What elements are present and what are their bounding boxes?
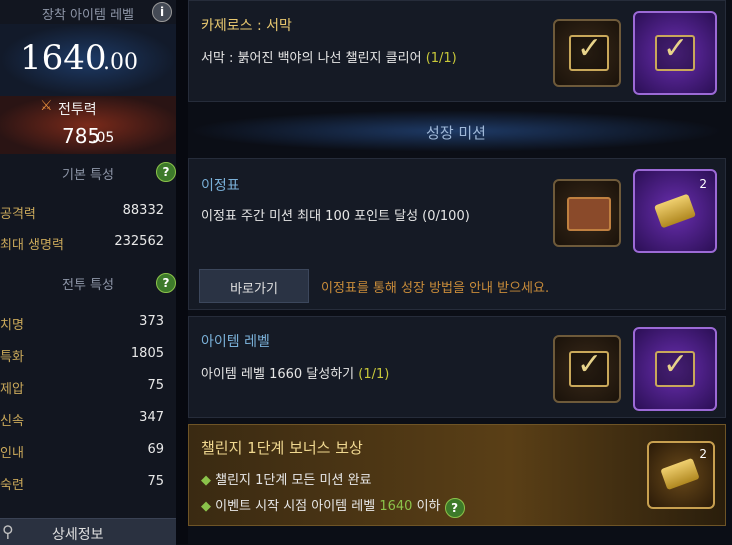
stat-value: 232562 xyxy=(114,234,164,249)
stat-row: 숙련 75 xyxy=(0,474,176,494)
stat-label: 최대 생명력 xyxy=(0,238,64,253)
stat-row: 신속 347 xyxy=(0,410,176,430)
combat-power-label: 전투력 xyxy=(58,102,97,118)
go-button[interactable]: 바로가기 xyxy=(199,269,309,303)
mission-card-milestone: 이정표 이정표 주간 미션 최대 100 포인트 달성 (0/100) 2 바로… xyxy=(188,158,726,310)
stat-row: 인내 69 xyxy=(0,442,176,462)
bonus-line-2: ◆ 이벤트 시작 시점 아이템 레벨 1640 이하 ? xyxy=(201,495,465,518)
completed-check-icon: ✓ xyxy=(655,31,695,71)
gold-bar-icon xyxy=(660,457,700,491)
stat-row: 최대 생명력 232562 xyxy=(0,234,176,254)
reward-slot[interactable]: ✓ xyxy=(633,11,717,95)
combat-power-box: ⚔ 전투력 785 .05 xyxy=(0,96,176,154)
stat-value: 69 xyxy=(147,442,164,457)
completed-check-icon: ✓ xyxy=(655,347,695,387)
stat-row: 치명 373 xyxy=(0,314,176,334)
stat-label: 신속 xyxy=(0,414,24,429)
stat-value: 347 xyxy=(139,410,164,425)
bonus-line-text: 이하 xyxy=(416,499,441,514)
stat-row: 특화 1805 xyxy=(0,346,176,366)
stat-value: 75 xyxy=(147,378,164,393)
bonus-line-1: ◆ 챌린지 1단계 모든 미션 완료 xyxy=(201,469,372,488)
mission-desc-text: 아이템 레벨 1660 달성하기 xyxy=(201,367,355,382)
info-icon[interactable]: i xyxy=(152,2,172,22)
mission-desc: 이정표 주간 미션 최대 100 포인트 달성 (0/100) xyxy=(201,209,470,224)
section-heading: 성장 미션 xyxy=(188,110,724,152)
stat-value: 88332 xyxy=(122,203,164,218)
mission-progress: (1/1) xyxy=(358,367,390,382)
mission-desc: 아이템 레벨 1660 달성하기 (1/1) xyxy=(201,363,389,382)
reward-slot[interactable]: ✓ xyxy=(633,327,717,411)
bonus-reward-card: 챌린지 1단계 보너스 보상 ◆ 챌린지 1단계 모든 미션 완료 ◆ 이벤트 … xyxy=(188,424,726,526)
item-level-int: 1640 xyxy=(20,38,107,78)
gold-bar-icon xyxy=(653,193,697,229)
stat-label: 인내 xyxy=(0,446,24,461)
reward-slot[interactable] xyxy=(553,179,621,247)
panel-divider xyxy=(176,0,188,544)
stat-value: 1805 xyxy=(130,346,164,361)
mission-desc-text: 서막 : 붉어진 백야의 나선 챌린지 클리어 xyxy=(201,51,422,66)
bullet-icon: ◆ xyxy=(201,499,211,514)
stat-value: 75 xyxy=(147,474,164,489)
mission-title: 카제로스 : 서막 xyxy=(201,18,292,34)
mission-title: 이정표 xyxy=(201,178,240,194)
completed-check-icon: ✓ xyxy=(569,347,609,387)
stat-label: 제압 xyxy=(0,382,24,397)
bonus-title: 챌린지 1단계 보너스 보상 xyxy=(201,439,363,457)
combat-stats-title: 전투 특성 xyxy=(62,278,114,293)
reward-slot[interactable]: ✓ xyxy=(553,19,621,87)
reward-slot[interactable]: ✓ xyxy=(553,335,621,403)
help-icon[interactable]: ? xyxy=(156,273,176,293)
help-icon[interactable]: ? xyxy=(156,162,176,182)
help-icon[interactable]: ? xyxy=(444,498,465,518)
mission-panel: 카제로스 : 서막 서막 : 붉어진 백야의 나선 챌린지 클리어 (1/1) … xyxy=(188,0,732,544)
bonus-line-text: 이벤트 시작 시점 아이템 레벨 xyxy=(215,499,376,514)
character-stats-panel: 장착 아이템 레벨 i 1640 .00 ⚔ 전투력 785 .05 기본 특성… xyxy=(0,0,176,545)
mission-title: 아이템 레벨 xyxy=(201,334,270,350)
sword-icon: ⚔ xyxy=(40,98,53,114)
stat-label: 공격력 xyxy=(0,207,36,222)
chest-icon xyxy=(567,197,611,231)
combat-power-dec: .05 xyxy=(92,130,115,146)
stat-row: 공격력 88332 xyxy=(0,203,176,223)
detail-info-label: 상세정보 xyxy=(52,527,104,543)
item-level-dec: .00 xyxy=(103,50,138,75)
bonus-line-text: 챌린지 1단계 모든 미션 완료 xyxy=(215,473,372,488)
stat-label: 특화 xyxy=(0,350,24,365)
search-icon: ⚲ xyxy=(2,522,14,541)
stat-row: 제압 75 xyxy=(0,378,176,398)
basic-stats-title: 기본 특성 xyxy=(62,168,114,183)
item-level-title: 장착 아이템 레벨 xyxy=(42,8,134,23)
mission-progress: (1/1) xyxy=(425,51,457,66)
mission-desc: 서막 : 붉어진 백야의 나선 챌린지 클리어 (1/1) xyxy=(201,47,457,66)
detail-info-button[interactable]: ⚲ 상세정보 xyxy=(0,518,176,545)
mission-card-item-level: 아이템 레벨 아이템 레벨 1660 달성하기 (1/1) ✓ ✓ xyxy=(188,316,726,418)
milestone-hint: 이정표를 통해 성장 방법을 안내 받으세요. xyxy=(321,281,550,296)
bullet-icon: ◆ xyxy=(201,473,211,488)
stat-value: 373 xyxy=(139,314,164,329)
reward-count: 2 xyxy=(699,177,707,191)
stat-label: 치명 xyxy=(0,318,24,333)
mission-card-kazeros: 카제로스 : 서막 서막 : 붉어진 백야의 나선 챌린지 클리어 (1/1) … xyxy=(188,0,726,102)
bonus-level: 1640 xyxy=(379,499,413,514)
stat-label: 숙련 xyxy=(0,478,24,493)
go-button-label: 바로가기 xyxy=(230,282,278,297)
reward-slot[interactable]: 2 xyxy=(647,441,715,509)
completed-check-icon: ✓ xyxy=(569,31,609,71)
section-title: 성장 미션 xyxy=(426,124,486,142)
reward-slot[interactable]: 2 xyxy=(633,169,717,253)
item-level-display: 1640 .00 xyxy=(0,24,176,96)
reward-count: 2 xyxy=(699,447,707,461)
